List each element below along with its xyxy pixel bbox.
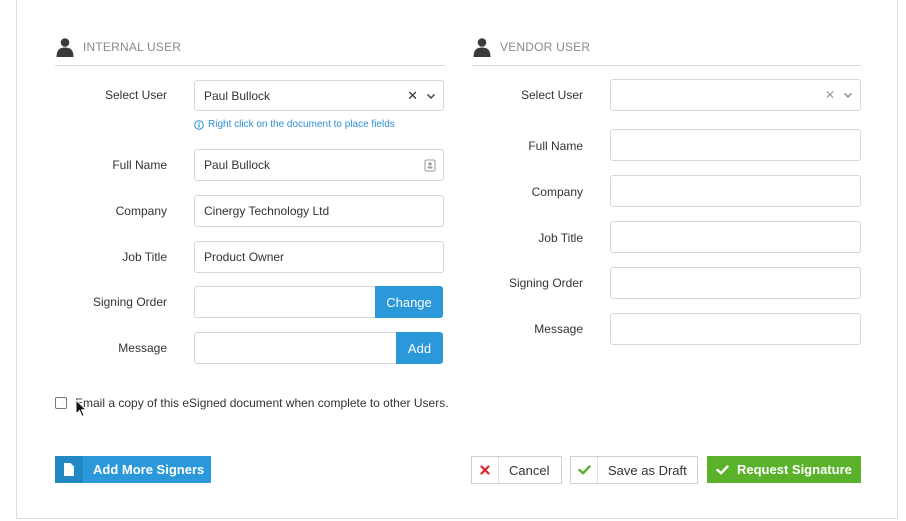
add-more-signers-button[interactable]: Add More Signers — [55, 456, 211, 483]
place-fields-hint-text: Right click on the document to place fie… — [208, 119, 395, 130]
vendor-job-title-label: Job Title — [538, 231, 583, 245]
email-copy-option[interactable]: Email a copy of this eSigned document wh… — [55, 396, 449, 410]
chevron-down-icon[interactable] — [426, 91, 436, 101]
internal-message-label: Message — [118, 341, 167, 355]
internal-job-title-label: Job Title — [122, 250, 167, 264]
cancel-button[interactable]: Cancel — [471, 456, 562, 484]
vendor-user-header: VENDOR USER — [472, 36, 590, 58]
internal-select-user-label: Select User — [104, 88, 167, 102]
vendor-select-user-dropdown[interactable]: ✕ — [610, 79, 861, 111]
internal-company-label: Company — [115, 204, 167, 218]
add-more-signers-label: Add More Signers — [93, 462, 205, 477]
internal-full-name-field[interactable]: Paul Bullock — [194, 149, 444, 181]
vendor-select-user-label: Select User — [520, 88, 583, 102]
clear-icon[interactable]: ✕ — [407, 88, 418, 104]
check-icon — [571, 457, 598, 483]
chevron-down-icon[interactable] — [843, 90, 853, 100]
email-copy-checkbox[interactable] — [55, 397, 67, 409]
add-message-button[interactable]: Add — [396, 332, 443, 364]
internal-job-title-field[interactable]: Product Owner — [194, 241, 444, 273]
clear-icon[interactable]: ✕ — [825, 88, 835, 102]
vendor-full-name-field[interactable] — [610, 129, 861, 161]
vendor-job-title-field[interactable] — [610, 221, 861, 253]
save-draft-button[interactable]: Save as Draft — [570, 456, 698, 484]
internal-divider — [55, 65, 445, 66]
vendor-message-label: Message — [534, 322, 583, 336]
check-icon — [707, 464, 737, 475]
internal-user-title: INTERNAL USER — [83, 40, 182, 54]
vendor-company-label: Company — [531, 185, 583, 199]
internal-select-user-dropdown[interactable]: Paul Bullock ✕ — [194, 80, 444, 111]
internal-job-title-value: Product Owner — [204, 250, 285, 264]
contact-card-icon[interactable] — [424, 159, 436, 172]
internal-signing-order-label: Signing Order — [92, 295, 167, 309]
vendor-message-field[interactable] — [610, 313, 861, 345]
vendor-user-title: VENDOR USER — [500, 40, 591, 54]
place-fields-hint: Right click on the document to place fie… — [194, 119, 395, 130]
change-signing-order-button[interactable]: Change — [375, 286, 443, 318]
vendor-signing-order-field[interactable] — [610, 267, 861, 299]
close-icon — [472, 457, 499, 483]
internal-select-user-value: Paul Bullock — [204, 88, 271, 103]
request-signature-label: Request Signature — [737, 462, 852, 477]
internal-company-value: Cinergy Technology Ltd — [204, 204, 330, 218]
user-icon — [56, 38, 74, 57]
document-icon — [55, 456, 83, 483]
vendor-company-field[interactable] — [610, 175, 861, 207]
internal-full-name-label: Full Name — [112, 158, 167, 172]
internal-full-name-value: Paul Bullock — [204, 158, 271, 172]
vendor-full-name-label: Full Name — [528, 139, 583, 153]
request-signature-button[interactable]: Request Signature — [707, 456, 861, 483]
vendor-signing-order-label: Signing Order — [508, 276, 583, 290]
mouse-cursor-icon — [75, 399, 87, 418]
email-copy-label: Email a copy of this eSigned document wh… — [75, 396, 449, 410]
internal-company-field[interactable]: Cinergy Technology Ltd — [194, 195, 444, 227]
cancel-label: Cancel — [509, 462, 550, 478]
user-icon — [473, 38, 491, 57]
save-draft-label: Save as Draft — [608, 462, 687, 478]
internal-signing-order-field[interactable] — [194, 286, 376, 318]
info-icon — [194, 119, 204, 130]
internal-user-header: INTERNAL USER — [55, 36, 181, 58]
vendor-divider — [472, 65, 861, 66]
internal-message-field[interactable] — [194, 332, 397, 364]
